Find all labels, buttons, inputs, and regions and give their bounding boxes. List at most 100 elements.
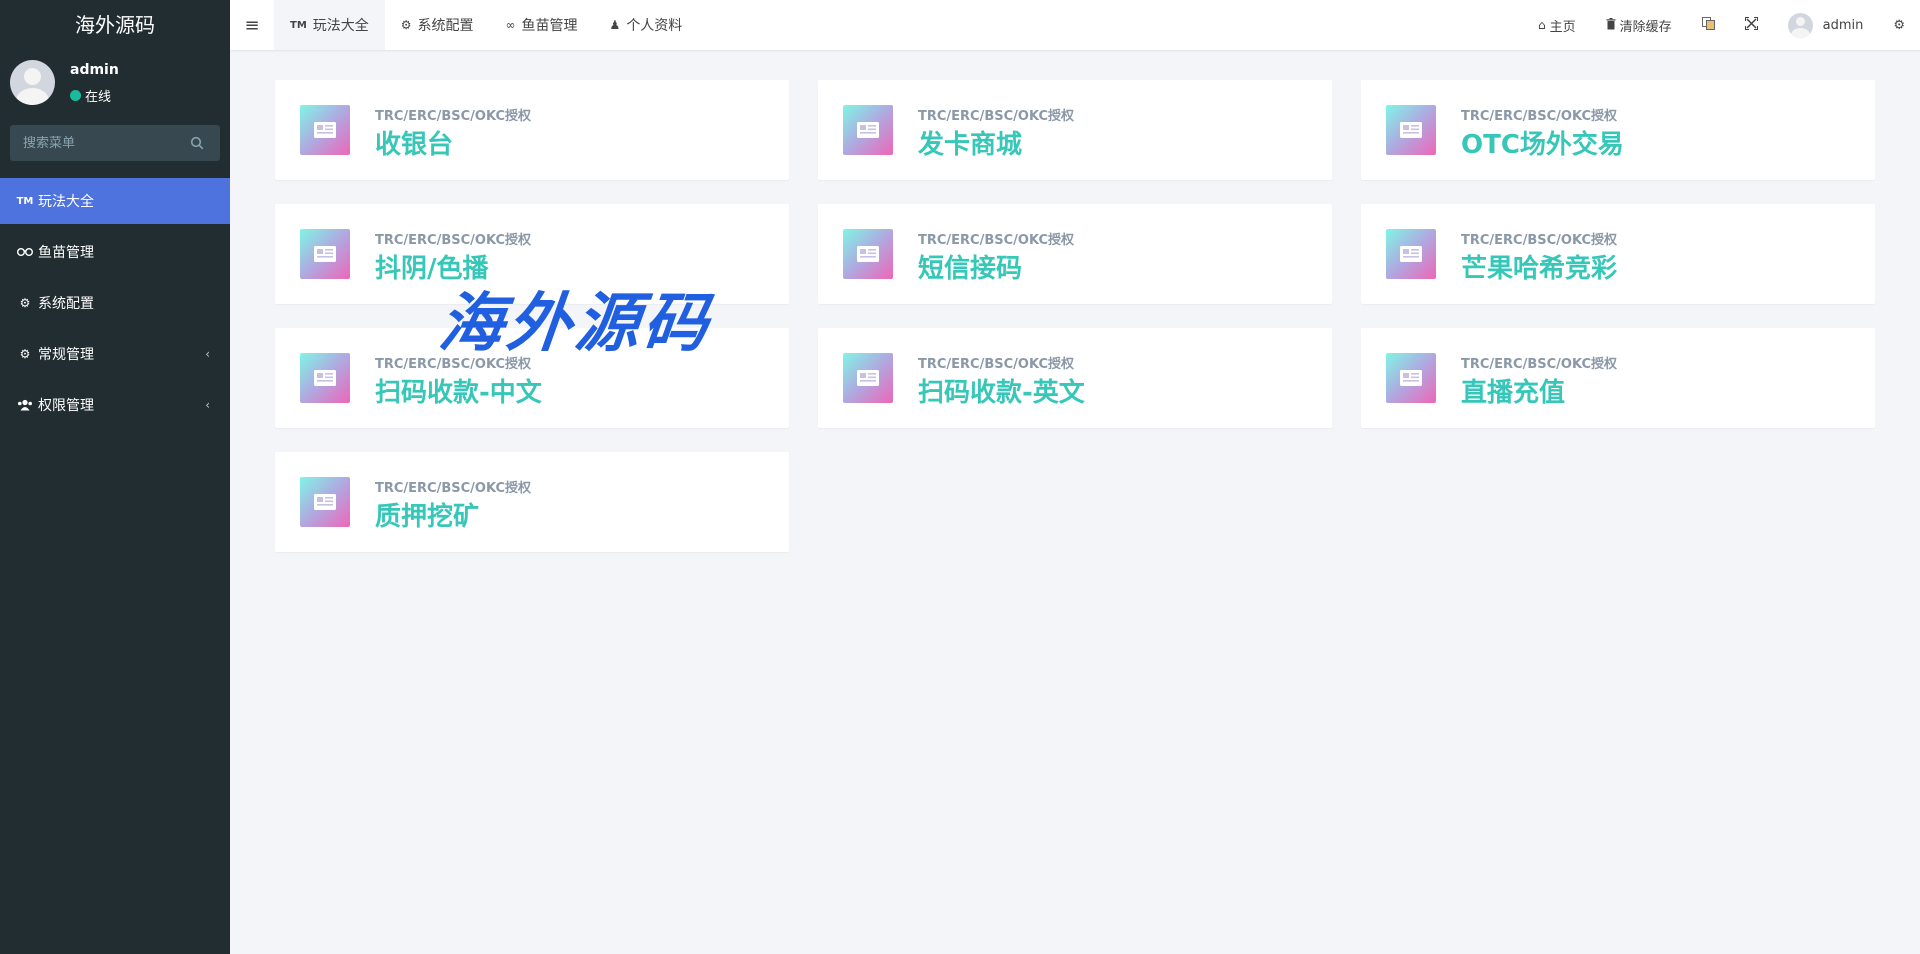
app-card-grid: TRC/ERC/BSC/OKC授权 收银台 TRC/ERC/BSC/OKC授权 … [275,80,1875,552]
user-icon: ♟ [609,18,621,32]
clear-cache-button[interactable]: 清除缓存 [1591,0,1687,50]
sidebar-item-system-config[interactable]: ⚙ 系统配置 [0,280,230,326]
sidebar: 海外源码 admin 在线 TM 玩法大全 鱼苗管理 ⚙ 系统配置 ⚙ 常规管理 [0,0,230,954]
card-title: 短信接码 [918,254,1023,284]
online-dot-icon [70,90,81,101]
user-status: 在线 [70,86,111,105]
app-card[interactable]: TRC/ERC/BSC/OKC授权 直播充值 [1361,328,1875,428]
language-icon [1701,16,1715,34]
binoculars-icon: ∞ [505,18,516,32]
card-newspaper-icon [300,477,350,527]
card-newspaper-icon [1386,353,1436,403]
chevron-left-icon: ‹ [205,347,210,361]
tab-system-config[interactable]: ⚙ 系统配置 [385,0,490,50]
trash-icon [1606,17,1616,33]
tab-gameplay[interactable]: TM 玩法大全 [274,0,385,50]
user-menu[interactable]: admin [1773,0,1879,50]
card-title: 抖阴/色播 [375,254,489,284]
app-card[interactable]: TRC/ERC/BSC/OKC授权 扫码收款-英文 [818,328,1332,428]
card-subtitle: TRC/ERC/BSC/OKC授权 [918,357,1074,372]
card-subtitle: TRC/ERC/BSC/OKC授权 [1461,233,1617,248]
card-title: 质押挖矿 [375,502,480,532]
language-button[interactable] [1687,0,1730,50]
app-card[interactable]: TRC/ERC/BSC/OKC授权 扫码收款-中文 [275,328,789,428]
menu-search-input[interactable] [10,135,180,151]
users-icon [16,399,34,411]
tab-label: 系统配置 [417,18,474,34]
app-card[interactable]: TRC/ERC/BSC/OKC授权 抖阴/色播 [275,204,789,304]
cogs-icon: ⚙ [19,347,31,361]
sidebar-item-label: 系统配置 [38,296,94,312]
card-newspaper-icon [1386,105,1436,155]
card-subtitle: TRC/ERC/BSC/OKC授权 [375,481,531,496]
card-subtitle: TRC/ERC/BSC/OKC授权 [1461,109,1617,124]
home-label: 主页 [1549,19,1576,35]
card-subtitle: TRC/ERC/BSC/OKC授权 [375,357,531,372]
search-icon[interactable] [190,136,204,150]
fullscreen-button[interactable] [1730,0,1773,50]
card-title: OTC场外交易 [1461,130,1624,160]
settings-button[interactable]: ⚙ [1878,0,1920,50]
card-newspaper-icon [300,105,350,155]
card-newspaper-icon [843,353,893,403]
tab-label: 鱼苗管理 [521,18,578,34]
avatar [10,60,55,105]
card-title: 芒果哈希竞彩 [1461,254,1618,284]
header-username: admin [1822,17,1864,33]
status-label: 在线 [85,90,112,105]
card-title: 收银台 [375,130,454,160]
sidebar-menu: TM 玩法大全 鱼苗管理 ⚙ 系统配置 ⚙ 常规管理 ‹ 权限管理 ‹ [0,178,230,433]
card-title: 发卡商城 [918,130,1023,160]
sidebar-item-label: 鱼苗管理 [38,245,94,261]
clear-cache-label: 清除缓存 [1619,19,1672,35]
binoculars-icon [16,247,34,257]
app-card[interactable]: TRC/ERC/BSC/OKC授权 质押挖矿 [275,452,789,552]
top-header: ≡ TM 玩法大全 ⚙ 系统配置 ∞ 鱼苗管理 ♟ 个人资料 ⌂ 主页 清除缓存 [230,0,1920,50]
sidebar-item-permissions[interactable]: 权限管理 ‹ [0,382,230,428]
tab-profile[interactable]: ♟ 个人资料 [594,0,699,50]
fullscreen-icon [1743,15,1759,34]
app-card[interactable]: TRC/ERC/BSC/OKC授权 收银台 [275,80,789,180]
tm-icon: TM [16,195,34,207]
sidebar-item-fish[interactable]: 鱼苗管理 [0,229,230,275]
card-newspaper-icon [1386,229,1436,279]
card-title: 直播充值 [1461,378,1566,408]
chevron-left-icon: ‹ [205,398,210,412]
menu-search [10,125,220,161]
app-card[interactable]: TRC/ERC/BSC/OKC授权 发卡商城 [818,80,1332,180]
card-title: 扫码收款-英文 [918,378,1085,408]
app-card[interactable]: TRC/ERC/BSC/OKC授权 OTC场外交易 [1361,80,1875,180]
card-subtitle: TRC/ERC/BSC/OKC授权 [375,233,531,248]
gear-icon: ⚙ [400,18,412,32]
app-card[interactable]: TRC/ERC/BSC/OKC授权 芒果哈希竞彩 [1361,204,1875,304]
header-actions: ⌂ 主页 清除缓存 admin ⚙ [1523,0,1920,50]
card-subtitle: TRC/ERC/BSC/OKC授权 [1461,357,1617,372]
card-newspaper-icon [300,229,350,279]
app-card[interactable]: TRC/ERC/BSC/OKC授权 短信接码 [818,204,1332,304]
avatar [1787,12,1813,38]
sidebar-item-gameplay[interactable]: TM 玩法大全 [0,178,230,224]
cogs-icon: ⚙ [1893,17,1905,33]
gear-icon: ⚙ [19,296,31,310]
sidebar-toggle-icon[interactable]: ≡ [230,0,274,50]
card-title: 扫码收款-中文 [375,378,542,408]
home-icon: ⌂ [1537,18,1546,32]
sidebar-item-label: 权限管理 [38,398,94,414]
card-subtitle: TRC/ERC/BSC/OKC授权 [918,109,1074,124]
tab-fish[interactable]: ∞ 鱼苗管理 [490,0,594,50]
tab-label: 个人资料 [626,18,683,34]
card-newspaper-icon [300,353,350,403]
brand-logo[interactable]: 海外源码 [0,0,230,50]
user-panel: admin 在线 [0,50,230,116]
tm-icon: TM [290,19,307,31]
sidebar-item-label: 玩法大全 [38,194,94,210]
card-subtitle: TRC/ERC/BSC/OKC授权 [375,109,531,124]
sidebar-item-general[interactable]: ⚙ 常规管理 ‹ [0,331,230,377]
tab-label: 玩法大全 [312,18,369,34]
user-name: admin [70,62,119,78]
card-subtitle: TRC/ERC/BSC/OKC授权 [918,233,1074,248]
card-newspaper-icon [843,105,893,155]
card-newspaper-icon [843,229,893,279]
sidebar-item-label: 常规管理 [38,347,94,363]
home-link[interactable]: ⌂ 主页 [1523,0,1591,50]
